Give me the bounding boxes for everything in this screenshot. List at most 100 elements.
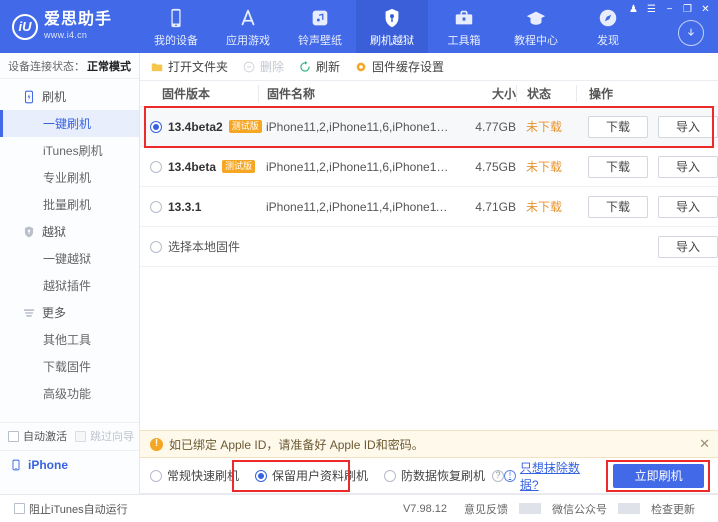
local-firmware-label: 选择本地固件	[168, 240, 241, 254]
firmware-version: 13.3.1	[168, 199, 202, 214]
firmware-radio[interactable]	[150, 120, 162, 133]
checkbox-label: 自动激活	[23, 431, 67, 443]
feedback-link[interactable]: 意见反馈	[453, 501, 519, 517]
app-logo[interactable]: iU 爱思助手 www.i4.cn	[0, 0, 140, 53]
sidebar-item-2-1[interactable]: 下载固件	[0, 353, 139, 380]
sidebar-group-label: 更多	[42, 306, 67, 320]
close-icon[interactable]: ✕	[699, 436, 710, 452]
sidebar-item-label: 下载固件	[43, 360, 92, 374]
flash-now-button[interactable]: 立即刷机	[613, 463, 704, 488]
notice-text: 如已绑定 Apple ID，请准备好 Apple ID和密码。	[169, 437, 424, 452]
row-actions: 下载 导入	[576, 195, 718, 218]
nav-tab-1[interactable]: 我的设备	[140, 0, 212, 53]
wechat-link[interactable]: 微信公众号	[541, 501, 618, 517]
toolbar-label: 固件缓存设置	[372, 60, 445, 74]
local-firmware-radio[interactable]	[150, 240, 162, 253]
checkbox-box	[14, 503, 25, 514]
download-button[interactable]: 下载	[588, 155, 648, 178]
toolbar-folder-button[interactable]: 打开文件夹	[150, 58, 228, 75]
sidebar-item-0-2[interactable]: 专业刷机	[0, 164, 139, 191]
sidebar-group-3[interactable]: 更多	[0, 299, 139, 326]
sidebar-item-label: 高级功能	[43, 387, 92, 401]
header-action: 操作	[576, 85, 718, 102]
flash-mode-radio[interactable]	[255, 469, 268, 482]
table-row[interactable]: 13.4beta 测试版 iPhone11,2,iPhone11,6,iPhone1…	[140, 147, 718, 187]
sidebar-item-0-0[interactable]: 一键刷机	[0, 110, 139, 137]
local-import-button[interactable]: 导入	[658, 235, 718, 258]
app-version: V7.98.12	[402, 502, 447, 515]
local-row-actions: 导入	[576, 235, 718, 258]
sidebar-item-1-1[interactable]: 越狱插件	[0, 272, 139, 299]
divider	[519, 503, 541, 514]
erase-data-link[interactable]: ! 只想抹除数据?	[504, 459, 597, 493]
music-icon	[312, 10, 328, 26]
firmware-radio[interactable]	[150, 200, 162, 213]
toolbar-label: 刷新	[316, 60, 341, 74]
download-button[interactable]: 下载	[588, 195, 648, 218]
nav-tab-label: 刷机越狱	[370, 35, 414, 47]
flash-mode-option-1[interactable]: 常规快速刷机	[150, 467, 239, 484]
firmware-toolbar: 打开文件夹 删除 刷新 固件缓存设置	[140, 53, 718, 81]
flash-mode-radio[interactable]	[384, 469, 397, 482]
flash-mode-option-3[interactable]: 防数据恢复刷机?	[384, 467, 505, 484]
nav-tab-4[interactable]: 刷机越狱	[356, 0, 428, 53]
toolbar-gear-button[interactable]: 固件缓存设置	[354, 58, 444, 75]
app-name: 爱思助手	[44, 11, 113, 29]
menu-icon[interactable]: ☰	[643, 2, 660, 17]
checkbox-label: 跳过向导	[90, 431, 134, 443]
toolbar-refresh-button[interactable]: 刷新	[298, 58, 340, 75]
download-button[interactable]: 下载	[588, 115, 648, 138]
maximize-icon[interactable]: ❐	[679, 2, 696, 17]
flash-mode-radio[interactable]	[150, 469, 162, 482]
table-row[interactable]: 13.3.1 iPhone11,2,iPhone11,4,iPhone11,6,i…	[140, 187, 718, 227]
close-icon[interactable]: ✕	[697, 2, 714, 17]
nav-tab-label: 应用游戏	[226, 35, 270, 47]
nav-tab-5[interactable]: 工具箱	[428, 0, 500, 53]
firmware-name: iPhone11,2,iPhone11,4,iPhone11,6,iPhone1…	[266, 199, 454, 214]
firmware-radio[interactable]	[150, 160, 162, 173]
firmware-name: iPhone11,2,iPhone11,6,iPhone12,3,iPhone1…	[266, 159, 454, 174]
sidebar-group-2[interactable]: 越狱	[0, 218, 139, 245]
sidebar-options: 自动激活 跳过向导	[0, 421, 139, 450]
sidebar-item-2-2[interactable]: 高级功能	[0, 380, 139, 407]
sidebar-item-1-0[interactable]: 一键越狱	[0, 245, 139, 272]
sidebar-group-label: 越狱	[42, 225, 67, 239]
flash-mode-label: 常规快速刷机	[167, 469, 240, 483]
toolbox-icon	[455, 10, 473, 25]
delete-icon	[243, 61, 255, 72]
gear-icon	[356, 62, 366, 71]
main-panel: 打开文件夹 删除 刷新 固件缓存设置 固件版本 固件名称 大小 状态 操作 13.4b…	[140, 53, 718, 494]
refresh-icon	[300, 60, 310, 72]
header-name: 固件名称	[258, 85, 454, 102]
nav-tab-3[interactable]: 铃声壁纸	[284, 0, 356, 53]
check-update-link[interactable]: 检查更新	[640, 501, 706, 517]
local-firmware-row[interactable]: 选择本地固件 导入	[140, 227, 718, 267]
block-itunes-checkbox[interactable]: 阻止iTunes自动运行	[14, 501, 128, 517]
skin-icon[interactable]: ♟	[625, 2, 642, 17]
sidebar-item-2-0[interactable]: 其他工具	[0, 326, 139, 353]
nav-tab-2[interactable]: 应用游戏	[212, 0, 284, 53]
row-version-cell: 13.4beta 测试版	[140, 160, 258, 174]
connected-device[interactable]: iPhone	[0, 449, 139, 480]
sidebar-checkbox-1[interactable]: 自动激活	[8, 428, 67, 444]
toolbar-label: 删除	[260, 60, 285, 74]
import-button[interactable]: 导入	[658, 155, 718, 178]
sidebar-item-0-1[interactable]: iTunes刷机	[0, 137, 139, 164]
info-icon: !	[504, 469, 516, 482]
nav-tab-6[interactable]: 教程中心	[500, 0, 572, 53]
sidebar: 设备连接状态： 正常模式 刷机 一键刷机 iTunes刷机 专业刷机 批量刷机 越狱 一键越…	[0, 53, 140, 494]
minimize-icon[interactable]: −	[661, 2, 678, 17]
table-row[interactable]: 13.4beta2 测试版 iPhone11,2,iPhone11,6,iPhone…	[140, 107, 718, 147]
beta-badge: 测试版	[222, 160, 256, 173]
download-circle-icon[interactable]	[678, 20, 704, 46]
sidebar-item-0-3[interactable]: 批量刷机	[0, 191, 139, 218]
sidebar-filler	[0, 480, 139, 495]
import-button[interactable]: 导入	[658, 195, 718, 218]
sidebar-group-1[interactable]: 刷机	[0, 83, 139, 110]
nav-tab-label: 我的设备	[154, 35, 198, 47]
graduation-icon	[526, 11, 546, 25]
header-status: 状态	[516, 85, 576, 102]
help-icon[interactable]: ?	[492, 469, 505, 482]
import-button[interactable]: 导入	[658, 115, 718, 138]
flash-mode-option-2[interactable]: 保留用户资料刷机	[255, 467, 368, 484]
